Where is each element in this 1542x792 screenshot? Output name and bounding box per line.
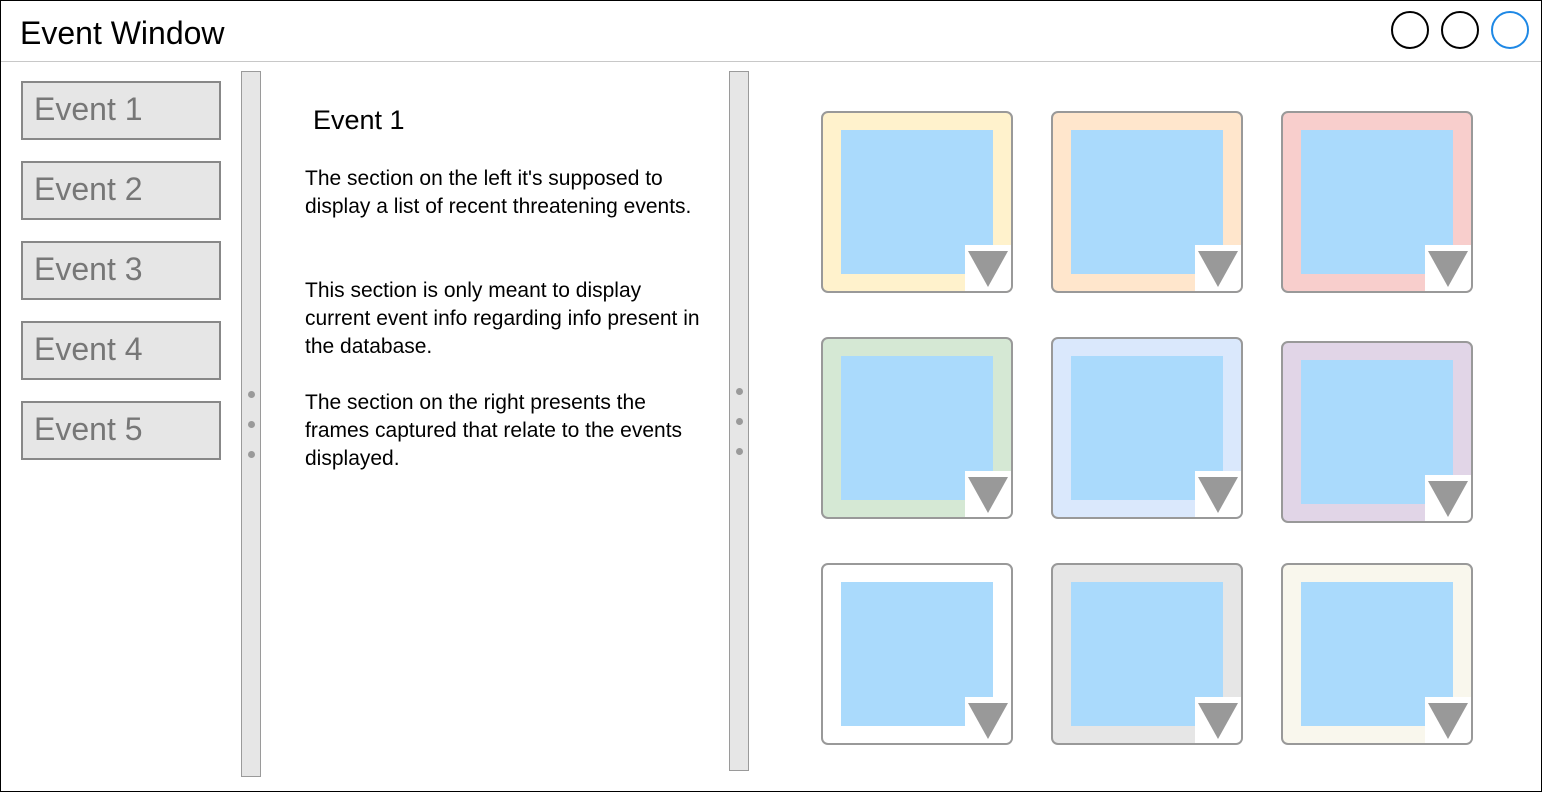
frame-menu-button[interactable] — [965, 471, 1011, 517]
frame-thumbnail-1[interactable] — [821, 111, 1013, 293]
frame-thumbnail-3[interactable] — [1281, 111, 1473, 293]
frame-menu-button[interactable] — [1195, 471, 1241, 517]
window-control-3[interactable] — [1491, 11, 1529, 49]
frame-menu-button[interactable] — [1195, 697, 1241, 743]
event-list-item-2[interactable]: Event 2 — [21, 161, 221, 220]
frame-thumbnail-8[interactable] — [1051, 563, 1243, 745]
frame-thumbnail-7[interactable] — [821, 563, 1013, 745]
splitter-grip-dot — [248, 391, 255, 398]
triangle-down-icon — [1428, 703, 1468, 739]
splitter-grip-dot — [248, 421, 255, 428]
event-list-item-3[interactable]: Event 3 — [21, 241, 221, 300]
frame-menu-button[interactable] — [965, 697, 1011, 743]
detail-paragraph-1: The section on the left it's supposed to… — [305, 167, 692, 218]
window-title: Event Window — [20, 15, 225, 51]
frame-thumbnail-4[interactable] — [821, 337, 1013, 519]
event-list-item-5[interactable]: Event 5 — [21, 401, 221, 460]
detail-paragraph-2: This section is only meant to display cu… — [305, 279, 700, 358]
title-bar: Event Window — [1, 1, 1541, 62]
triangle-down-icon — [1428, 251, 1468, 287]
right-splitter[interactable] — [729, 71, 749, 771]
event-detail-title: Event 1 — [313, 105, 405, 135]
window-control-2[interactable] — [1441, 11, 1479, 49]
splitter-grip-dot — [736, 388, 743, 395]
triangle-down-icon — [968, 703, 1008, 739]
event-window: Event Window Event 1 Event 2 Event 3 Eve… — [0, 0, 1542, 792]
frame-menu-button[interactable] — [1425, 245, 1471, 291]
frame-thumbnail-9[interactable] — [1281, 563, 1473, 745]
triangle-down-icon — [968, 251, 1008, 287]
frame-menu-button[interactable] — [1425, 697, 1471, 743]
left-splitter[interactable] — [241, 71, 261, 777]
detail-paragraph-3: The section on the right presents the fr… — [305, 391, 683, 470]
frame-menu-button[interactable] — [1195, 245, 1241, 291]
frame-menu-button[interactable] — [965, 245, 1011, 291]
window-control-1[interactable] — [1391, 11, 1429, 49]
triangle-down-icon — [1428, 481, 1468, 517]
frame-thumbnail-2[interactable] — [1051, 111, 1243, 293]
frame-menu-button[interactable] — [1425, 475, 1471, 521]
triangle-down-icon — [1198, 477, 1238, 513]
event-list-item-1[interactable]: Event 1 — [21, 81, 221, 140]
splitter-grip-dot — [736, 418, 743, 425]
triangle-down-icon — [1198, 251, 1238, 287]
event-list-item-4[interactable]: Event 4 — [21, 321, 221, 380]
triangle-down-icon — [1198, 703, 1238, 739]
splitter-grip-dot — [736, 448, 743, 455]
frame-thumbnail-6[interactable] — [1281, 341, 1473, 523]
frame-thumbnail-5[interactable] — [1051, 337, 1243, 519]
triangle-down-icon — [968, 477, 1008, 513]
splitter-grip-dot — [248, 451, 255, 458]
